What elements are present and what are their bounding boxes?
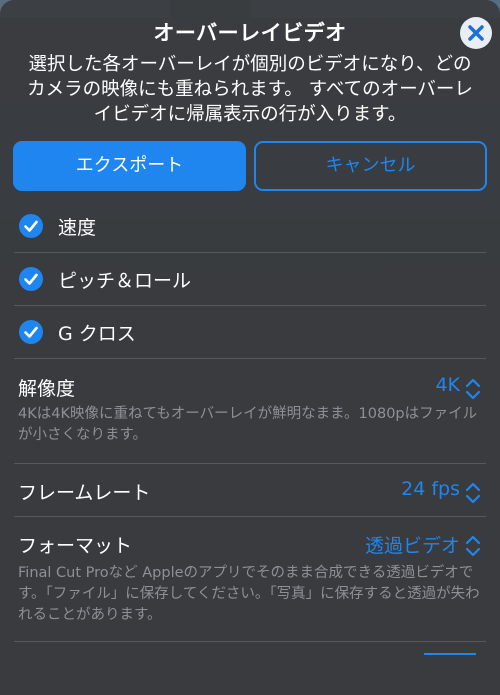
resolution-note: 4Kは4K映像に重ねてもオーバーレイが鮮明なまま。1080pはファイルが小さくな… xyxy=(18,406,478,443)
overlay-item-g-cross[interactable]: G クロス xyxy=(14,306,486,358)
cancel-button[interactable]: キャンセル xyxy=(254,141,487,191)
chevron-up-down-icon[interactable] xyxy=(464,480,482,506)
divider xyxy=(14,516,486,517)
frame-rate-picker[interactable]: 24 fps xyxy=(401,478,460,500)
overlay-item-pitch-roll[interactable]: ピッチ＆ロール xyxy=(14,253,486,305)
checkmark-circle-icon xyxy=(19,267,43,291)
checkmark-circle-icon xyxy=(19,214,43,238)
overlay-item-speed[interactable]: 速度 xyxy=(14,200,486,252)
resolution-setting: 解像度 4K 4Kは4K映像に重ねてもオーバーレイが鮮明なまま。1080pはファ… xyxy=(14,374,486,454)
frame-rate-label: フレームレート xyxy=(18,482,151,504)
resolution-label: 解像度 xyxy=(18,378,76,400)
overlay-video-sheet: オーバーレイビデオ 選択した各オーバーレイが個別のビデオになり、どのカメラの映像… xyxy=(0,0,500,695)
divider xyxy=(14,641,486,642)
resolution-picker[interactable]: 4K xyxy=(435,374,460,396)
frame-rate-setting: フレームレート 24 fps xyxy=(14,478,486,508)
overlay-item-label: 速度 xyxy=(58,217,97,239)
overlay-item-label: ピッチ＆ロール xyxy=(58,270,192,292)
dialog-title: オーバーレイビデオ xyxy=(153,21,347,45)
format-setting: フォーマット 透過ビデオ Final Cut Proなど Appleのアプリでそ… xyxy=(14,531,486,636)
format-label: フォーマット xyxy=(18,535,133,557)
close-button[interactable] xyxy=(460,17,492,49)
divider xyxy=(14,463,486,464)
export-button[interactable]: エクスポート xyxy=(13,141,246,191)
format-picker[interactable]: 透過ビデオ xyxy=(365,531,460,558)
format-note: Final Cut Proなど Appleのアプリでそのまま合成できる透過ビデオ… xyxy=(18,565,480,623)
dialog-description: 選択した各オーバーレイが個別のビデオになり、どのカメラの映像にも重ねられます。 … xyxy=(27,54,473,125)
overlay-item-label: G クロス xyxy=(58,323,136,345)
chevron-up-down-icon[interactable] xyxy=(464,533,482,559)
divider xyxy=(14,358,486,359)
checkmark-circle-icon xyxy=(19,320,43,344)
xmark-icon xyxy=(468,25,484,41)
scroll-indicator xyxy=(424,653,476,655)
chevron-up-down-icon[interactable] xyxy=(464,376,482,402)
